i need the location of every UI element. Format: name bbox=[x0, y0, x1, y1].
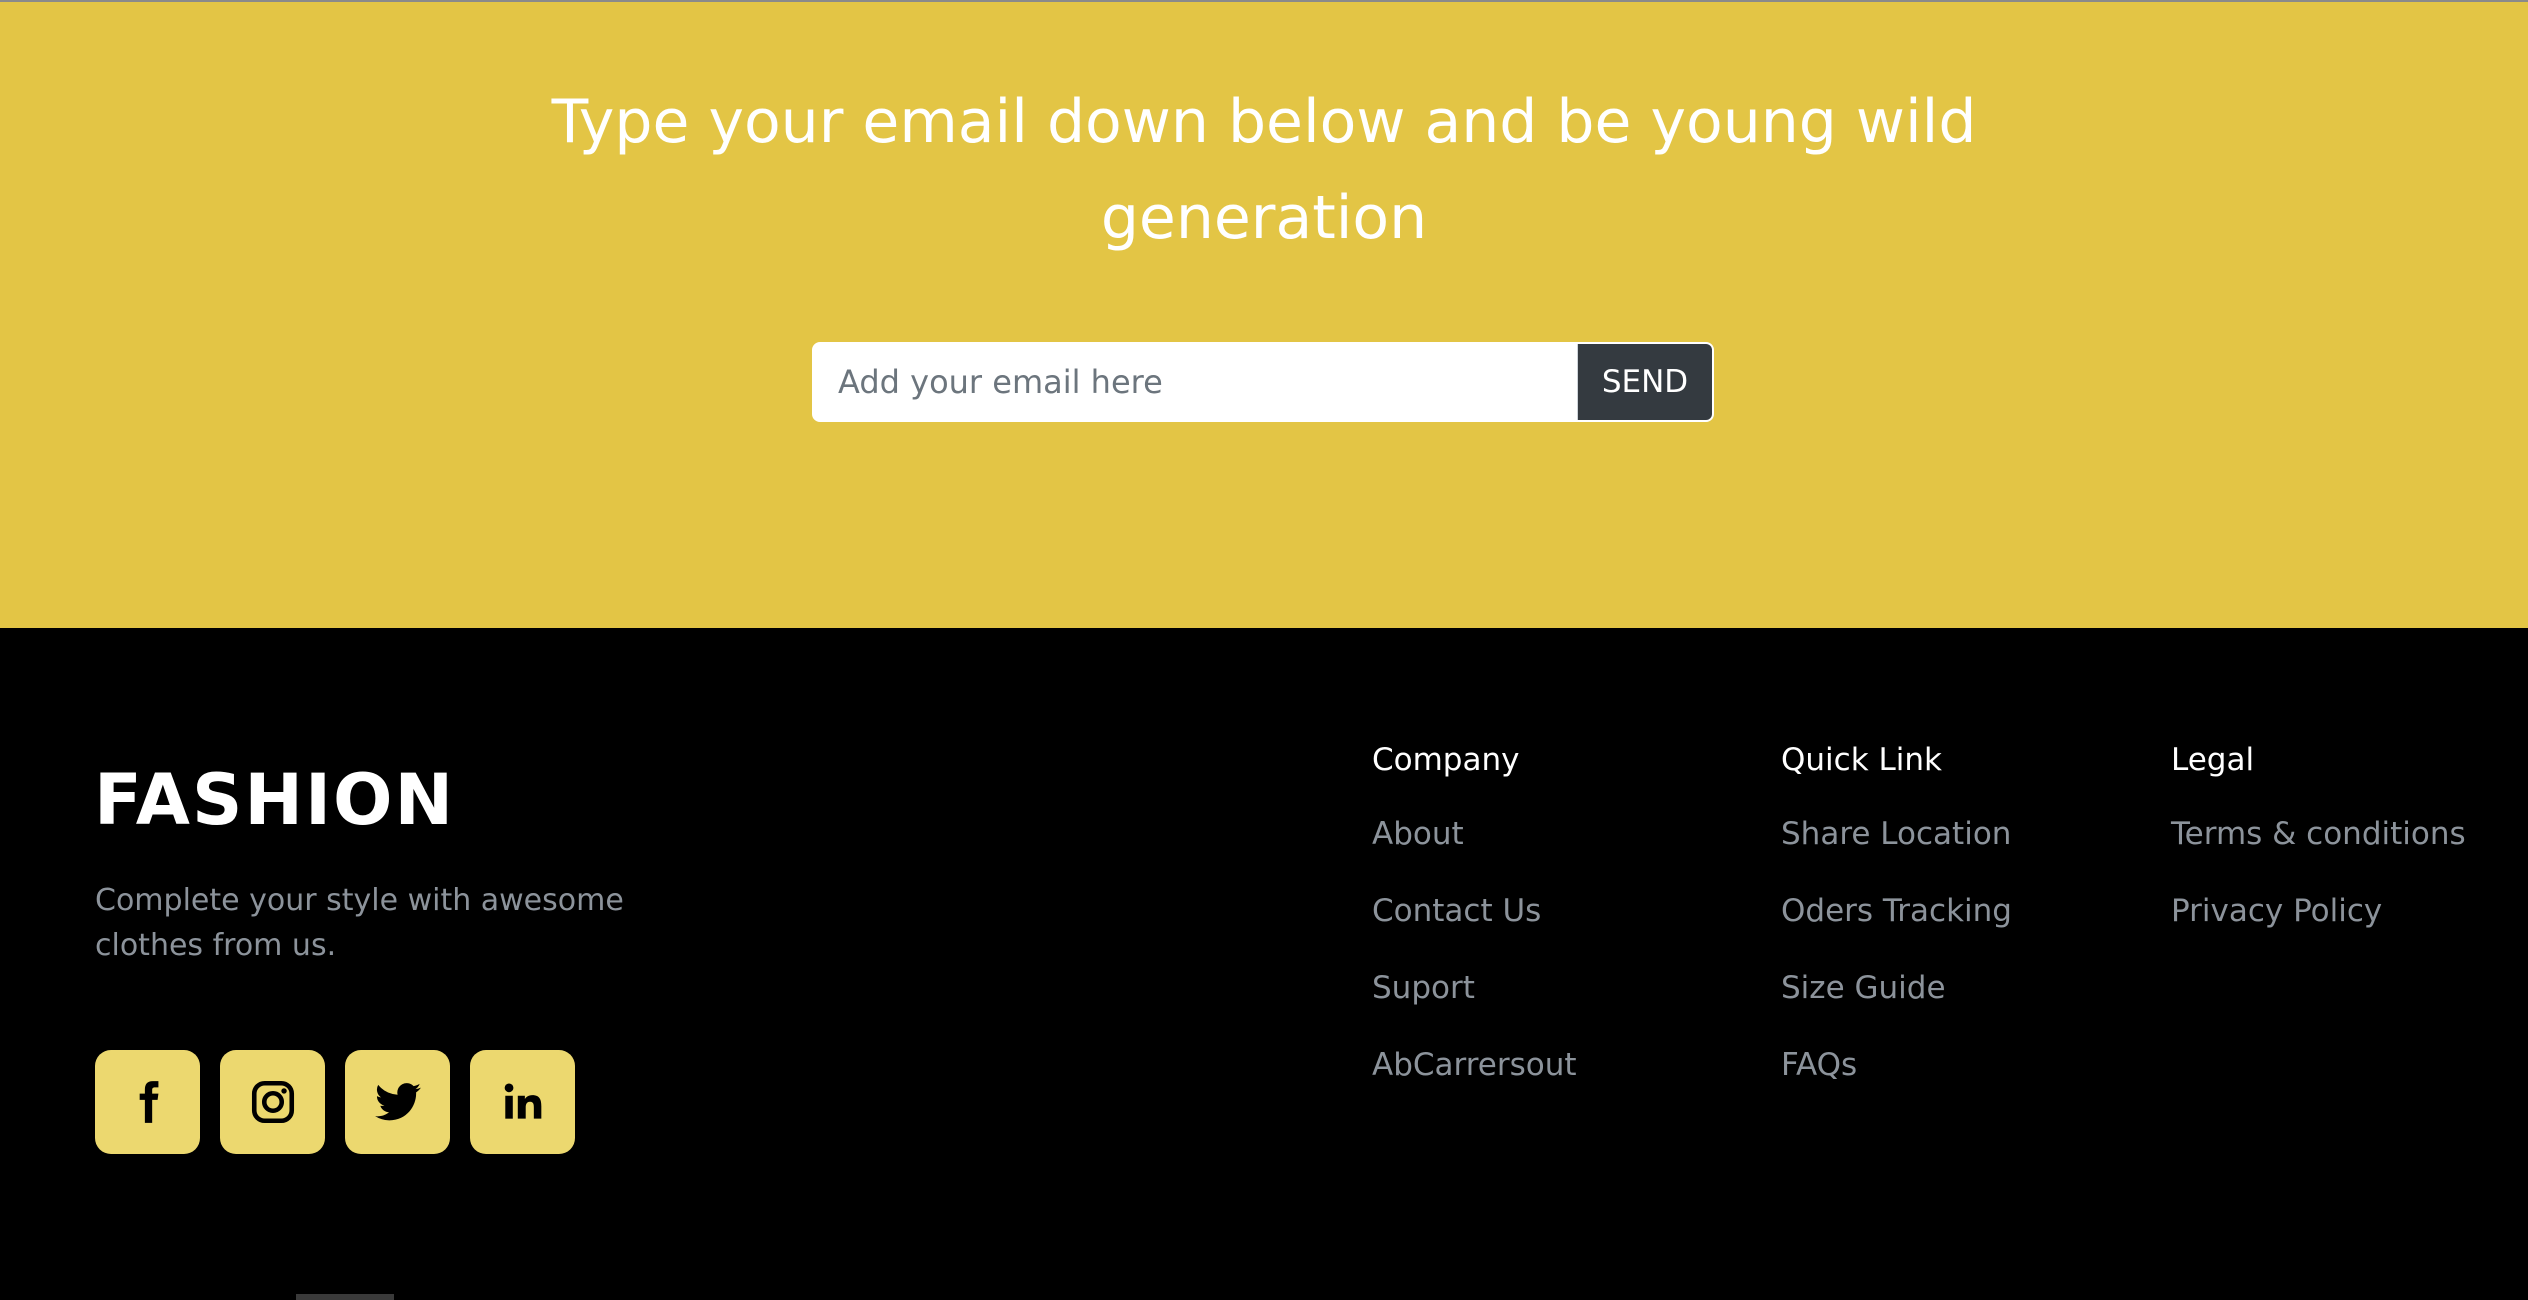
footer-link-faqs[interactable]: FAQs bbox=[1781, 1047, 1857, 1083]
brand-logo: FASHION bbox=[94, 759, 456, 841]
footer-column-quick-link: Quick Link Share Location Oders Tracking… bbox=[1781, 740, 2012, 1122]
facebook-icon bbox=[139, 1081, 158, 1123]
email-input[interactable] bbox=[814, 344, 1578, 420]
footer-column-legal: Legal Terms & conditions Privacy Policy bbox=[2171, 740, 2466, 968]
footer-link-support[interactable]: Suport bbox=[1372, 970, 1475, 1006]
footer-column-company: Company About Contact Us Suport AbCarrer… bbox=[1372, 740, 1577, 1122]
linkedin-button[interactable] bbox=[470, 1050, 575, 1154]
newsletter-section: Type your email down below and be young … bbox=[0, 0, 2528, 628]
column-heading: Quick Link bbox=[1781, 742, 1942, 778]
site-footer: FASHION Complete your style with awesome… bbox=[0, 628, 2528, 1300]
footer-link-contact-us[interactable]: Contact Us bbox=[1372, 893, 1541, 929]
footer-link-about[interactable]: About bbox=[1372, 816, 1464, 852]
footer-link-size-guide[interactable]: Size Guide bbox=[1781, 970, 1946, 1006]
footer-link-terms[interactable]: Terms & conditions bbox=[2171, 816, 2466, 852]
instagram-button[interactable] bbox=[220, 1050, 325, 1154]
column-heading: Company bbox=[1372, 742, 1520, 778]
bottom-divider bbox=[296, 1294, 394, 1300]
footer-link-share-location[interactable]: Share Location bbox=[1781, 816, 2011, 852]
subscribe-form: SEND bbox=[812, 342, 1714, 422]
footer-link-careers[interactable]: AbCarrersout bbox=[1372, 1047, 1577, 1083]
twitter-button[interactable] bbox=[345, 1050, 450, 1154]
footer-link-orders-tracking[interactable]: Oders Tracking bbox=[1781, 893, 2012, 929]
instagram-icon bbox=[251, 1080, 294, 1124]
footer-link-privacy-policy[interactable]: Privacy Policy bbox=[2171, 893, 2382, 929]
social-links bbox=[95, 1050, 575, 1154]
send-button[interactable]: SEND bbox=[1578, 344, 1712, 420]
brand-tagline: Complete your style with awesome clothes… bbox=[95, 883, 624, 963]
facebook-button[interactable] bbox=[95, 1050, 200, 1154]
linkedin-icon bbox=[504, 1083, 541, 1119]
newsletter-heading: Type your email down below and be young … bbox=[551, 87, 1977, 253]
twitter-icon bbox=[374, 1083, 421, 1121]
column-heading: Legal bbox=[2171, 742, 2255, 778]
